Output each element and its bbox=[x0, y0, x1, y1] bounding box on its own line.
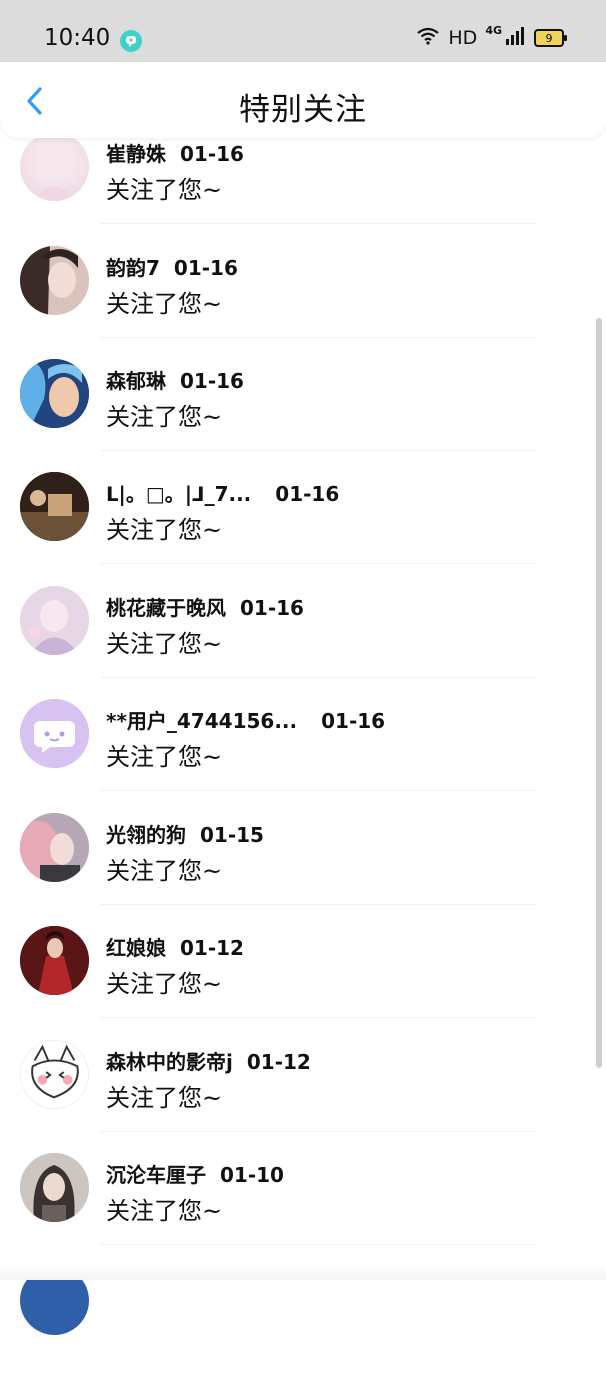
list-item[interactable]: 沉沦车厘子 01-10 关注了您~ bbox=[0, 1153, 606, 1266]
status-time: 10:40 bbox=[44, 25, 111, 51]
notification-message: 关注了您~ bbox=[106, 857, 223, 885]
divider bbox=[100, 223, 536, 224]
list-item[interactable]: 森郁琳 01-16 关注了您~ bbox=[0, 359, 606, 472]
notification-message: 关注了您~ bbox=[106, 970, 223, 998]
divider bbox=[100, 790, 536, 791]
user-name: ᒪ|。□。|ᒧ_7... bbox=[106, 482, 252, 506]
notification-date: 01-12 bbox=[180, 936, 244, 960]
user-name: **用户_4744156... bbox=[106, 709, 298, 733]
avatar[interactable] bbox=[20, 586, 89, 655]
user-name: 崔静姝 bbox=[106, 142, 166, 166]
avatar[interactable] bbox=[20, 132, 89, 201]
notification-date: 01-16 bbox=[180, 142, 244, 166]
list-item[interactable]: 红娘娘 01-12 关注了您~ bbox=[0, 926, 606, 1039]
notification-message: 关注了您~ bbox=[106, 1197, 223, 1225]
page-title: 特别关注 bbox=[239, 92, 367, 128]
user-name: 韵韵7 bbox=[106, 256, 160, 280]
list-item[interactable]: 光翎的狗 01-15 关注了您~ bbox=[0, 813, 606, 926]
scrollbar[interactable] bbox=[596, 318, 602, 1068]
hd-label: HD bbox=[448, 27, 478, 49]
notification-date: 01-12 bbox=[246, 1050, 311, 1074]
status-bar: 10:40 HD 4G 9 bbox=[0, 0, 606, 64]
battery-icon: 9 bbox=[534, 29, 567, 47]
status-icons: HD 4G 9 bbox=[416, 23, 567, 49]
notification-message: 关注了您~ bbox=[106, 290, 223, 318]
divider bbox=[100, 1131, 536, 1132]
list-item[interactable]: 森林中的影帝j 01-12 关注了您~ bbox=[0, 1040, 606, 1153]
notification-message: 关注了您~ bbox=[106, 1084, 223, 1112]
notification-title: 森郁琳 01-16 bbox=[106, 365, 244, 394]
battery-level: 9 bbox=[545, 31, 553, 45]
divider bbox=[100, 1244, 536, 1245]
user-name: 森郁琳 bbox=[106, 369, 166, 393]
notification-title: 桃花藏于晚风 01-16 bbox=[106, 592, 304, 621]
network-type: 4G bbox=[485, 23, 502, 37]
avatar[interactable] bbox=[20, 1153, 89, 1222]
list-item[interactable] bbox=[0, 1266, 606, 1379]
notification-title: 崔静姝 01-16 bbox=[106, 138, 244, 167]
avatar[interactable] bbox=[20, 699, 89, 768]
notification-message: 关注了您~ bbox=[106, 176, 223, 204]
notification-message: 关注了您~ bbox=[106, 630, 223, 658]
divider bbox=[100, 1017, 536, 1018]
list-item[interactable]: 崔静姝 01-16 关注了您~ bbox=[0, 132, 606, 245]
user-name: 桃花藏于晚风 bbox=[106, 596, 226, 620]
divider bbox=[100, 337, 536, 338]
avatar[interactable] bbox=[20, 472, 89, 541]
avatar[interactable] bbox=[20, 926, 89, 995]
notification-title: 红娘娘 01-12 bbox=[106, 932, 244, 961]
list-item[interactable]: 韵韵7 01-16 关注了您~ bbox=[0, 246, 606, 359]
divider bbox=[100, 677, 536, 678]
chat-app-icon bbox=[120, 30, 142, 52]
notification-message: 关注了您~ bbox=[106, 743, 223, 771]
notification-message: 关注了您~ bbox=[106, 516, 223, 544]
notification-title: 韵韵7 01-16 bbox=[106, 252, 238, 281]
signal-icon bbox=[506, 27, 526, 49]
notification-date: 01-15 bbox=[200, 823, 264, 847]
list-item[interactable]: **用户_4744156... 01-16 关注了您~ bbox=[0, 699, 606, 812]
notification-title: 沉沦车厘子 01-10 bbox=[106, 1159, 284, 1188]
notification-title: 光翎的狗 01-15 bbox=[106, 819, 264, 848]
notification-title: **用户_4744156... 01-16 bbox=[106, 705, 385, 734]
avatar[interactable] bbox=[20, 246, 89, 315]
user-name: 森林中的影帝j bbox=[106, 1050, 233, 1074]
notification-date: 01-10 bbox=[220, 1163, 284, 1187]
wifi-icon bbox=[416, 27, 440, 49]
notification-message: 关注了您~ bbox=[106, 403, 223, 431]
avatar[interactable] bbox=[20, 1040, 89, 1109]
avatar[interactable] bbox=[20, 813, 89, 882]
avatar[interactable] bbox=[20, 359, 89, 428]
notification-date: 01-16 bbox=[275, 482, 340, 506]
divider bbox=[100, 563, 536, 564]
notification-date: 01-16 bbox=[180, 369, 244, 393]
notification-date: 01-16 bbox=[321, 709, 386, 733]
divider bbox=[100, 904, 536, 905]
user-name: 红娘娘 bbox=[106, 936, 166, 960]
notification-title: 森林中的影帝j 01-12 bbox=[106, 1046, 311, 1075]
user-name: 沉沦车厘子 bbox=[106, 1163, 206, 1187]
list-item[interactable]: ᒪ|。□。|ᒧ_7... 01-16 关注了您~ bbox=[0, 472, 606, 585]
bottom-edge bbox=[0, 1262, 606, 1280]
list-item[interactable]: 桃花藏于晚风 01-16 关注了您~ bbox=[0, 586, 606, 699]
notification-date: 01-16 bbox=[173, 256, 238, 280]
notification-date: 01-16 bbox=[240, 596, 304, 620]
user-name: 光翎的狗 bbox=[106, 823, 186, 847]
divider bbox=[100, 450, 536, 451]
top-nav-bar: 特别关注 bbox=[0, 62, 606, 138]
notification-list: 崔静姝 01-16 关注了您~ 韵韵7 01-16 关注了您~ 森郁琳 01-16 关… bbox=[0, 0, 606, 1335]
notification-title: ᒪ|。□。|ᒧ_7... 01-16 bbox=[106, 478, 339, 507]
